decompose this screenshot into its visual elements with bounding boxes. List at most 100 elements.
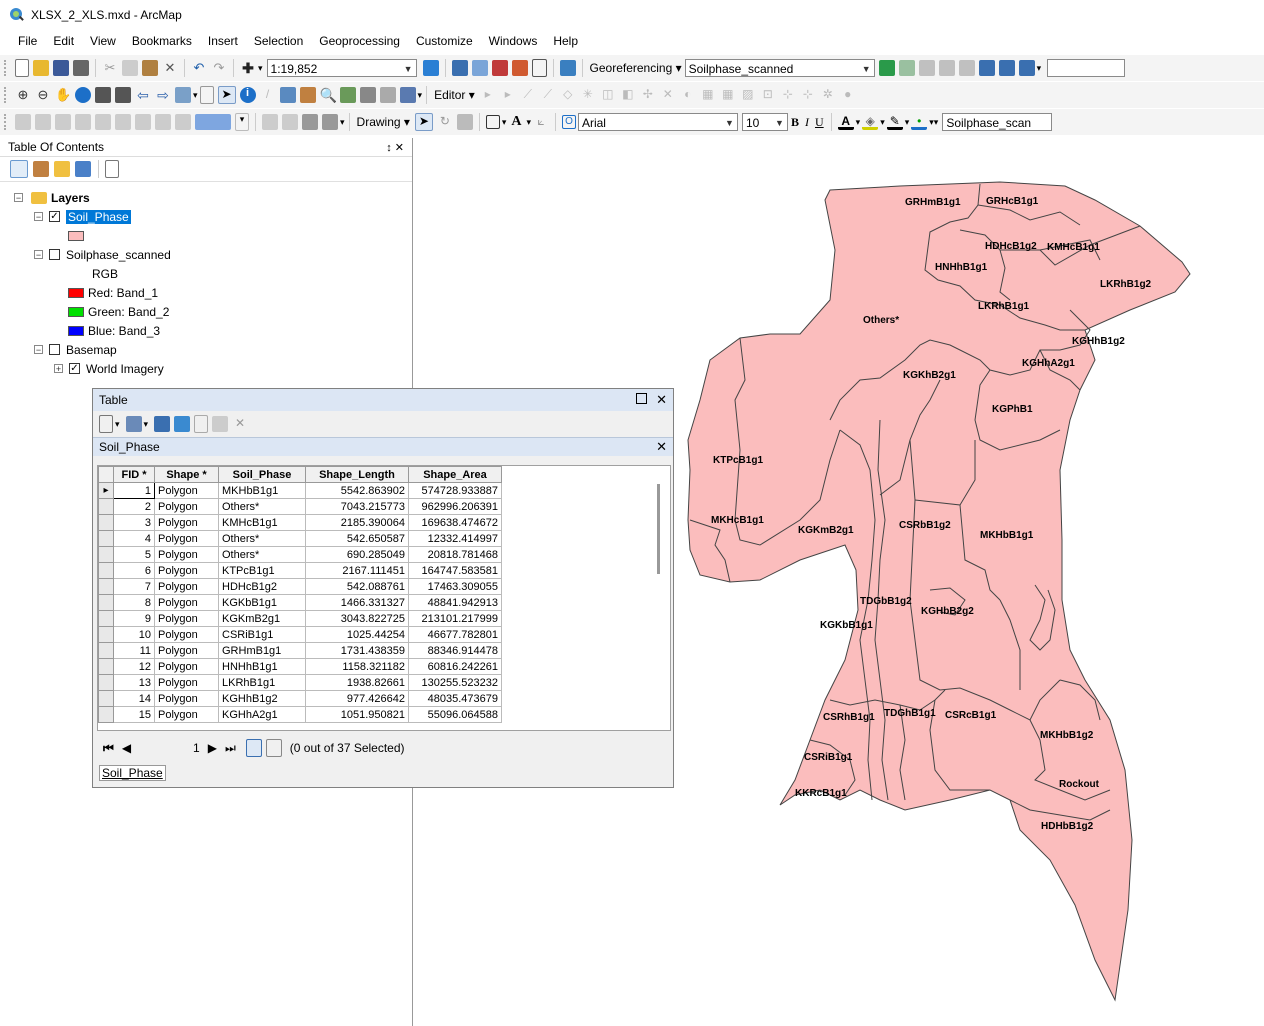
table-row[interactable]: 6 Polygon KTPcB1g1 2167.111451 164747.583581 bbox=[98, 562, 502, 579]
polygon-symbol-swatch[interactable] bbox=[68, 230, 84, 241]
trace-icon[interactable]: ⟋ bbox=[540, 87, 556, 103]
table-row[interactable]: 8 Polygon KGKbB1g1 1466.331327 48841.942913 bbox=[98, 594, 502, 611]
print-icon[interactable] bbox=[73, 60, 89, 76]
save-icon[interactable] bbox=[53, 60, 69, 76]
line-color-icon[interactable]: ✎ bbox=[886, 114, 903, 130]
cell-shape-length[interactable]: 542.650587 bbox=[305, 530, 409, 547]
cell-fid[interactable]: 2 bbox=[113, 498, 155, 515]
cell-shape-length[interactable]: 1025.44254 bbox=[305, 626, 409, 643]
table-row[interactable]: 14 Polygon KGHhB1g2 977.426642 48035.473679 bbox=[98, 690, 502, 707]
redo-icon[interactable]: ↷ bbox=[211, 60, 227, 76]
georef-tool-icon[interactable] bbox=[958, 60, 975, 76]
cell-shape-length[interactable]: 977.426642 bbox=[305, 690, 409, 707]
sketch-icon[interactable]: ✕ bbox=[660, 87, 676, 103]
cell-soil-phase[interactable]: CSRiB1g1 bbox=[218, 626, 306, 643]
split-icon[interactable]: ✳ bbox=[580, 87, 596, 103]
cell-shape[interactable]: Polygon bbox=[154, 498, 219, 515]
go-forward-icon[interactable]: ⇨ bbox=[155, 87, 171, 103]
georef-layer-combo[interactable]: Soilphase_scanned ▼ bbox=[684, 59, 875, 77]
delete-icon[interactable]: ✕ bbox=[162, 60, 178, 76]
change-layout-icon[interactable] bbox=[302, 114, 318, 130]
cell-shape-area[interactable]: 60816.242261 bbox=[408, 658, 502, 675]
table-row[interactable]: 7 Polygon HDHcB1g2 542.088761 17463.309055 bbox=[98, 578, 502, 595]
cell-shape-length[interactable]: 2167.111451 bbox=[305, 562, 409, 579]
find-route-icon[interactable] bbox=[339, 87, 356, 103]
cell-shape-length[interactable]: 1158.321182 bbox=[305, 658, 409, 675]
find-icon[interactable]: 🔍 bbox=[320, 87, 337, 103]
cell-shape-length[interactable]: 1938.82661 bbox=[305, 674, 409, 691]
toc-pin-close-controls[interactable]: ↕ ✕ bbox=[386, 141, 404, 154]
select-by-attributes-icon[interactable] bbox=[154, 416, 171, 432]
viewer-icon[interactable] bbox=[998, 60, 1015, 76]
row-selector[interactable] bbox=[98, 578, 114, 595]
row-selector[interactable] bbox=[98, 626, 114, 643]
map-scale-combo[interactable]: 1:19,852 ▼ bbox=[266, 59, 417, 77]
column-header-soil-phase[interactable]: Soil_Phase bbox=[218, 466, 306, 483]
chevron-down-icon[interactable]: ▾ bbox=[115, 419, 120, 430]
bold-button[interactable]: B bbox=[791, 115, 799, 130]
zoom-out-icon[interactable]: ⊖ bbox=[35, 87, 51, 103]
table-window-titlebar[interactable]: Table ✕ bbox=[93, 389, 673, 411]
go-back-icon[interactable]: ⇦ bbox=[135, 87, 151, 103]
marker-color-icon[interactable]: • bbox=[911, 114, 928, 130]
collapse-icon[interactable]: − bbox=[14, 193, 23, 203]
list-by-source-icon[interactable] bbox=[33, 161, 49, 177]
zoom-whole-page-icon[interactable] bbox=[75, 114, 91, 130]
cell-shape-length[interactable]: 5542.863902 bbox=[305, 482, 409, 499]
text-icon[interactable]: A bbox=[508, 114, 524, 130]
layers-group-label[interactable]: Layers bbox=[51, 191, 90, 205]
italic-button[interactable]: I bbox=[805, 115, 809, 130]
topology-icon[interactable]: ▨ bbox=[740, 87, 756, 103]
row-selector[interactable] bbox=[98, 642, 114, 659]
cell-shape-area[interactable]: 169638.474672 bbox=[408, 514, 502, 531]
menu-help[interactable]: Help bbox=[545, 34, 586, 48]
table-row[interactable]: 5 Polygon Others* 690.285049 20818.781468 bbox=[98, 546, 502, 563]
cell-soil-phase[interactable]: MKHbB1g1 bbox=[218, 482, 306, 499]
cell-shape-length[interactable]: 2185.390064 bbox=[305, 514, 409, 531]
cell-soil-phase[interactable]: KGHhA2g1 bbox=[218, 706, 306, 723]
cell-shape-length[interactable]: 7043.215773 bbox=[305, 498, 409, 515]
toolbar-grip[interactable] bbox=[4, 87, 9, 103]
cell-shape-area[interactable]: 164747.583581 bbox=[408, 562, 502, 579]
table-options-icon[interactable] bbox=[99, 415, 113, 433]
rectangle-icon[interactable] bbox=[485, 115, 500, 129]
zoom-in-icon[interactable]: ⊕ bbox=[15, 87, 31, 103]
table-of-contents-icon[interactable] bbox=[451, 60, 468, 76]
identify-icon[interactable]: i bbox=[239, 87, 256, 103]
cell-shape-length[interactable]: 1731.438359 bbox=[305, 642, 409, 659]
row-selector-header[interactable] bbox=[98, 466, 114, 483]
clear-selection-icon[interactable] bbox=[194, 415, 209, 433]
row-selector[interactable] bbox=[98, 706, 114, 723]
close-icon[interactable]: ✕ bbox=[656, 392, 667, 407]
table-row[interactable]: 4 Polygon Others* 542.650587 12332.414997 bbox=[98, 530, 502, 547]
chevron-down-icon[interactable]: ▾ bbox=[418, 90, 423, 101]
cell-soil-phase[interactable]: Others* bbox=[218, 546, 306, 563]
table-row[interactable]: 10 Polygon CSRiB1g1 1025.44254 46677.782801 bbox=[98, 626, 502, 643]
cell-fid[interactable]: 3 bbox=[113, 514, 155, 531]
cell-shape-area[interactable]: 962996.206391 bbox=[408, 498, 502, 515]
font-name-combo[interactable]: Arial ▼ bbox=[577, 113, 738, 131]
cell-fid[interactable]: 15 bbox=[113, 706, 155, 723]
cell-shape[interactable]: Polygon bbox=[154, 530, 219, 547]
menu-insert[interactable]: Insert bbox=[200, 34, 246, 48]
close-icon[interactable]: ✕ bbox=[656, 439, 667, 455]
vertical-scrollbar[interactable] bbox=[654, 474, 664, 714]
row-selector[interactable] bbox=[98, 562, 114, 579]
list-by-selection-icon[interactable] bbox=[75, 161, 91, 177]
last-record-icon[interactable]: ⏭ bbox=[225, 741, 236, 756]
search-window-icon[interactable] bbox=[491, 60, 508, 76]
layout-zoom-out-icon[interactable] bbox=[35, 114, 51, 130]
cell-shape[interactable]: Polygon bbox=[154, 594, 219, 611]
add-data-icon[interactable]: ✚ bbox=[240, 60, 256, 76]
cell-shape[interactable]: Polygon bbox=[154, 642, 219, 659]
current-record-number[interactable]: 1 bbox=[193, 741, 200, 755]
straight-segment-icon[interactable]: ⟋ bbox=[520, 87, 536, 103]
cell-fid[interactable]: 1 bbox=[113, 482, 155, 499]
table-row[interactable]: 12 Polygon HNHhB1g1 1158.321182 60816.242261 bbox=[98, 658, 502, 675]
collapse-icon[interactable]: − bbox=[34, 212, 43, 222]
maximize-icon[interactable] bbox=[635, 393, 647, 404]
fixed-layout-zoom-icon[interactable] bbox=[135, 114, 151, 130]
editor-toolbar-icon[interactable] bbox=[422, 60, 439, 76]
open-folder-icon[interactable] bbox=[33, 60, 49, 76]
measure-icon[interactable] bbox=[299, 87, 316, 103]
